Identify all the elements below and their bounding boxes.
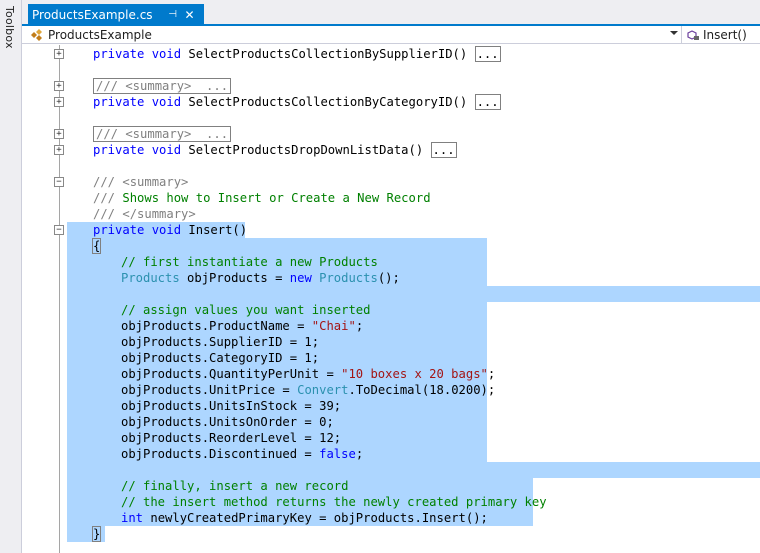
expand-icon[interactable]: + [54, 145, 64, 155]
expand-icon[interactable]: + [54, 81, 64, 91]
code-line: objProducts.ReorderLevel = 12; [121, 431, 342, 445]
code-line: /// Shows how to Insert or Create a New … [93, 191, 431, 205]
expand-icon[interactable]: + [54, 49, 64, 59]
code-line: // the insert method returns the newly c… [121, 495, 547, 509]
class-name: ProductsExample [48, 27, 152, 42]
code-line: − /// <summary> [22, 174, 760, 190]
member-name: Insert() [703, 27, 747, 42]
code-editor[interactable]: + private void SelectProductsCollectionB… [22, 45, 760, 553]
code-line: // first instantiate a new Products [121, 255, 378, 269]
code-line: // assign values you want inserted [121, 303, 371, 317]
collapsed-region[interactable]: ... [430, 142, 457, 158]
code-line: − private void Insert() [22, 222, 760, 238]
code-line: } [22, 526, 760, 542]
code-line: objProducts.SupplierID = 1; [121, 335, 320, 349]
method-lock-icon [687, 29, 699, 40]
code-line: { [22, 238, 760, 254]
brace-match: } [91, 526, 102, 542]
code-line: + /// <summary> ... [22, 78, 760, 94]
collapse-icon[interactable]: − [54, 225, 64, 235]
code-line: int newlyCreatedPrimaryKey = objProducts… [121, 511, 488, 525]
tab-bar: ProductsExample.cs ⊣ ✕ [22, 0, 760, 25]
code-line: objProducts.QuantityPerUnit = "10 boxes … [121, 367, 496, 381]
pin-icon[interactable]: ⊣ [167, 9, 179, 20]
code-line: Products objProducts = new Products(); [121, 271, 400, 285]
expand-icon[interactable]: + [54, 129, 64, 139]
toolbox-panel[interactable]: Toolbox [0, 0, 22, 553]
code-line: // finally, insert a new record [121, 479, 349, 493]
collapsed-region[interactable]: ... [474, 46, 501, 62]
code-line: objProducts.CategoryID = 1; [121, 351, 320, 365]
collapsed-region[interactable]: /// <summary> ... [93, 126, 232, 142]
code-line: objProducts.UnitsInStock = 39; [121, 399, 342, 413]
close-icon[interactable]: ✕ [183, 8, 197, 22]
code-line: objProducts.UnitsOnOrder = 0; [121, 415, 334, 429]
code-line: + private void SelectProductsDropDownLis… [22, 142, 760, 158]
class-icon [31, 28, 42, 41]
code-line: + private void SelectProductsCollectionB… [22, 94, 760, 110]
tab-products-example[interactable]: ProductsExample.cs ⊣ ✕ [28, 4, 204, 25]
code-line: objProducts.ProductName = "Chai"; [121, 319, 364, 333]
expand-icon[interactable]: + [54, 97, 64, 107]
selection-highlight [67, 286, 760, 302]
code-line: /// </summary> [93, 207, 196, 221]
class-dropdown[interactable]: ProductsExample [22, 26, 682, 43]
code-line: + private void SelectProductsCollectionB… [22, 46, 760, 62]
member-dropdown[interactable]: Insert() [682, 26, 760, 43]
code-line: objProducts.Discontinued = false; [121, 447, 364, 461]
collapsed-region[interactable]: ... [474, 94, 501, 110]
tab-title: ProductsExample.cs [32, 7, 153, 22]
collapse-icon[interactable]: − [54, 177, 64, 187]
brace-match: { [91, 238, 102, 254]
code-line: objProducts.UnitPrice = Convert.ToDecima… [121, 383, 496, 397]
code-line: + /// <summary> ... [22, 126, 760, 142]
chevron-down-icon[interactable] [670, 29, 678, 37]
navigation-bar: ProductsExample Insert() [22, 26, 760, 44]
selection-highlight [67, 462, 760, 478]
collapsed-region[interactable]: /// <summary> ... [93, 78, 232, 94]
toolbox-label[interactable]: Toolbox [3, 6, 16, 49]
